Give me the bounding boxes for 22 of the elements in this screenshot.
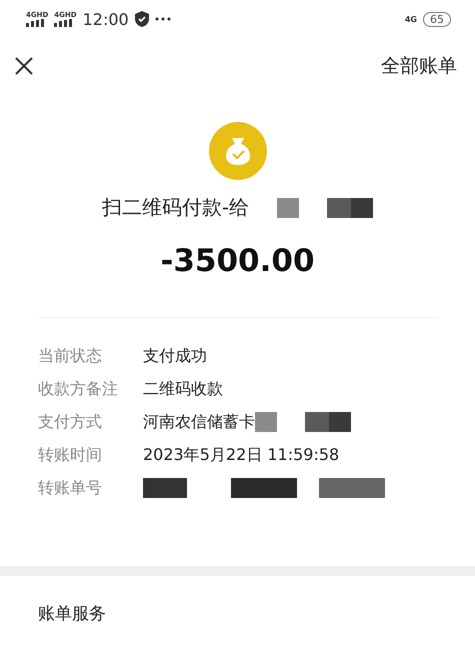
shield-icon xyxy=(134,11,149,27)
detail-label: 当前状态 xyxy=(38,346,103,366)
detail-label: 转账单号 xyxy=(38,478,103,498)
clock: 12:00 xyxy=(82,10,129,28)
network-label: 4G xyxy=(404,14,417,24)
money-bag-icon xyxy=(208,122,266,180)
detail-value: 二维码收款 xyxy=(143,378,223,400)
close-icon[interactable] xyxy=(14,56,34,76)
more-icon xyxy=(154,17,171,21)
detail-label: 收款方备注 xyxy=(38,378,119,400)
payment-title: 扫二维码付款-给 xyxy=(102,194,250,221)
battery-indicator: 65 xyxy=(423,12,451,26)
section-title: 账单服务 xyxy=(38,604,106,624)
signal-icon xyxy=(54,18,74,26)
detail-value: 支付成功 xyxy=(143,346,207,366)
detail-label: 转账时间 xyxy=(38,444,103,466)
detail-label: 支付方式 xyxy=(38,412,103,432)
signal-icon xyxy=(26,18,46,26)
detail-value: 2023年5月22日 11:59:58 xyxy=(143,444,340,466)
all-bills-link[interactable]: 全部账单 xyxy=(381,53,457,79)
detail-value: 河南农信储蓄卡 xyxy=(143,412,255,432)
amount: -3500.00 xyxy=(160,243,315,279)
